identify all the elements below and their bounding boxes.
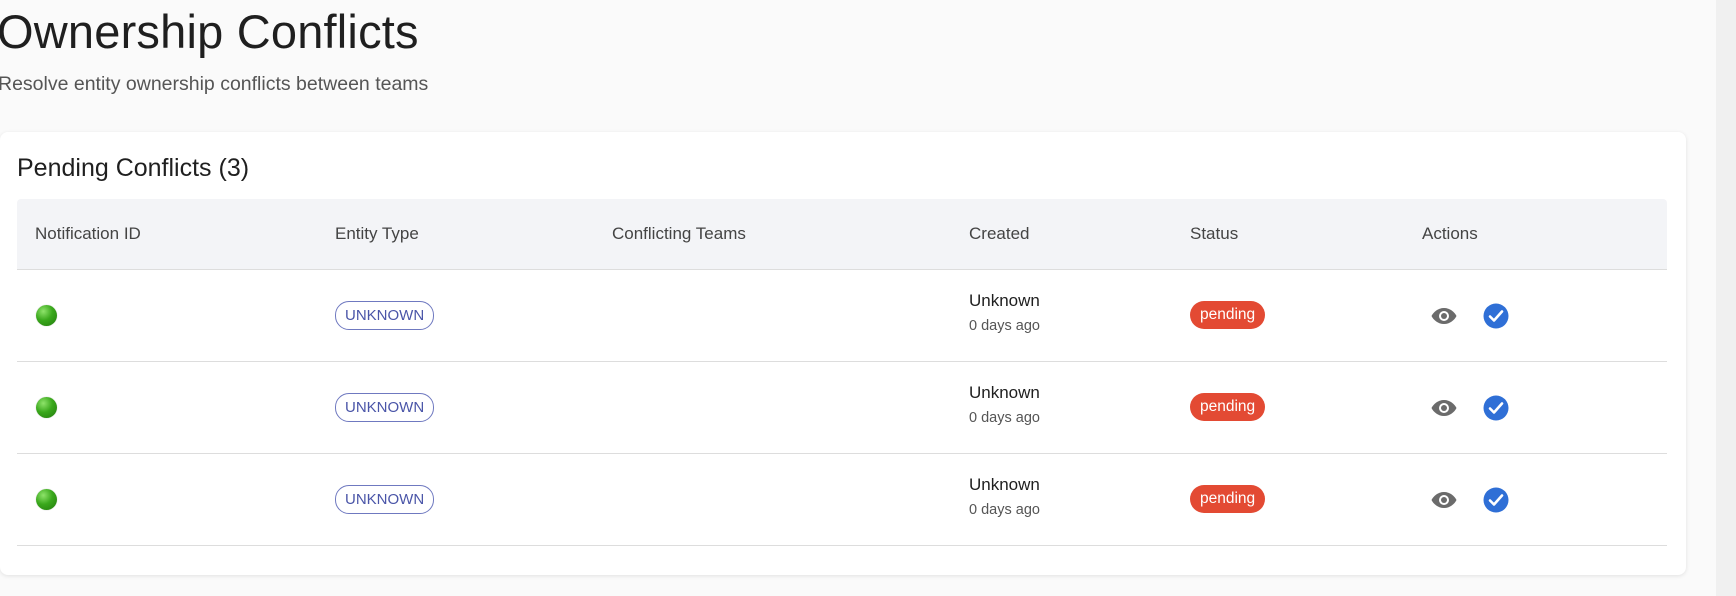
created-date: Unknown — [969, 383, 1040, 402]
notification-id-cell — [17, 362, 317, 453]
table-row[interactable]: UNKNOWN Unknown 0 days ago pending — [17, 362, 1667, 454]
status-cell: pending — [1190, 270, 1390, 361]
page-subtitle: Resolve entity ownership conflicts betwe… — [0, 73, 429, 95]
entity-type-cell: UNKNOWN — [335, 454, 595, 545]
status-badge: pending — [1190, 485, 1266, 513]
created-date: Unknown — [969, 475, 1040, 494]
conflicting-teams-cell — [612, 270, 952, 361]
status-badge: pending — [1190, 301, 1266, 329]
resolve-check-icon[interactable] — [1481, 393, 1511, 423]
notification-id-cell — [17, 270, 317, 361]
entity-type-chip: UNKNOWN — [335, 393, 435, 422]
table-header: Notification ID Entity Type Conflicting … — [17, 199, 1667, 270]
page-title: Ownership Conflicts — [0, 5, 419, 58]
view-icon[interactable] — [1429, 393, 1459, 423]
header-notification-id[interactable]: Notification ID — [35, 199, 141, 269]
resolve-check-icon[interactable] — [1481, 301, 1511, 331]
header-conflicting-teams[interactable]: Conflicting Teams — [612, 199, 746, 269]
green-status-dot-icon — [36, 305, 57, 326]
actions-cell — [1422, 362, 1662, 453]
created-relative: 0 days ago — [969, 410, 1040, 426]
entity-type-chip: UNKNOWN — [335, 301, 435, 330]
notification-id-cell — [17, 454, 317, 545]
conflicts-table: Notification ID Entity Type Conflicting … — [17, 199, 1667, 546]
header-actions: Actions — [1422, 224, 1478, 243]
actions-cell — [1422, 270, 1662, 361]
conflicting-teams-cell — [612, 362, 952, 453]
conflicting-teams-cell — [612, 454, 952, 545]
created-cell: Unknown 0 days ago — [969, 454, 1169, 545]
card-title: Pending Conflicts (3) — [17, 154, 250, 182]
view-icon[interactable] — [1429, 485, 1459, 515]
entity-type-cell: UNKNOWN — [335, 270, 595, 361]
entity-type-chip: UNKNOWN — [335, 485, 435, 514]
table-row[interactable]: UNKNOWN Unknown 0 days ago pending — [17, 454, 1667, 546]
header-created[interactable]: Created — [969, 199, 1029, 269]
created-cell: Unknown 0 days ago — [969, 362, 1169, 453]
created-cell: Unknown 0 days ago — [969, 270, 1169, 361]
table-row[interactable]: UNKNOWN Unknown 0 days ago pending — [17, 270, 1667, 362]
header-status[interactable]: Status — [1190, 199, 1238, 269]
pending-conflicts-card: Pending Conflicts (3) Notification ID En… — [0, 132, 1686, 575]
entity-type-cell: UNKNOWN — [335, 362, 595, 453]
actions-cell — [1422, 454, 1662, 545]
view-icon[interactable] — [1429, 301, 1459, 331]
vertical-scrollbar[interactable] — [1716, 0, 1736, 596]
resolve-check-icon[interactable] — [1481, 485, 1511, 515]
status-badge: pending — [1190, 393, 1266, 421]
header-entity-type[interactable]: Entity Type — [335, 199, 419, 269]
created-relative: 0 days ago — [969, 318, 1040, 334]
created-date: Unknown — [969, 291, 1040, 310]
created-relative: 0 days ago — [969, 502, 1040, 518]
green-status-dot-icon — [36, 489, 57, 510]
status-cell: pending — [1190, 454, 1390, 545]
green-status-dot-icon — [36, 397, 57, 418]
status-cell: pending — [1190, 362, 1390, 453]
